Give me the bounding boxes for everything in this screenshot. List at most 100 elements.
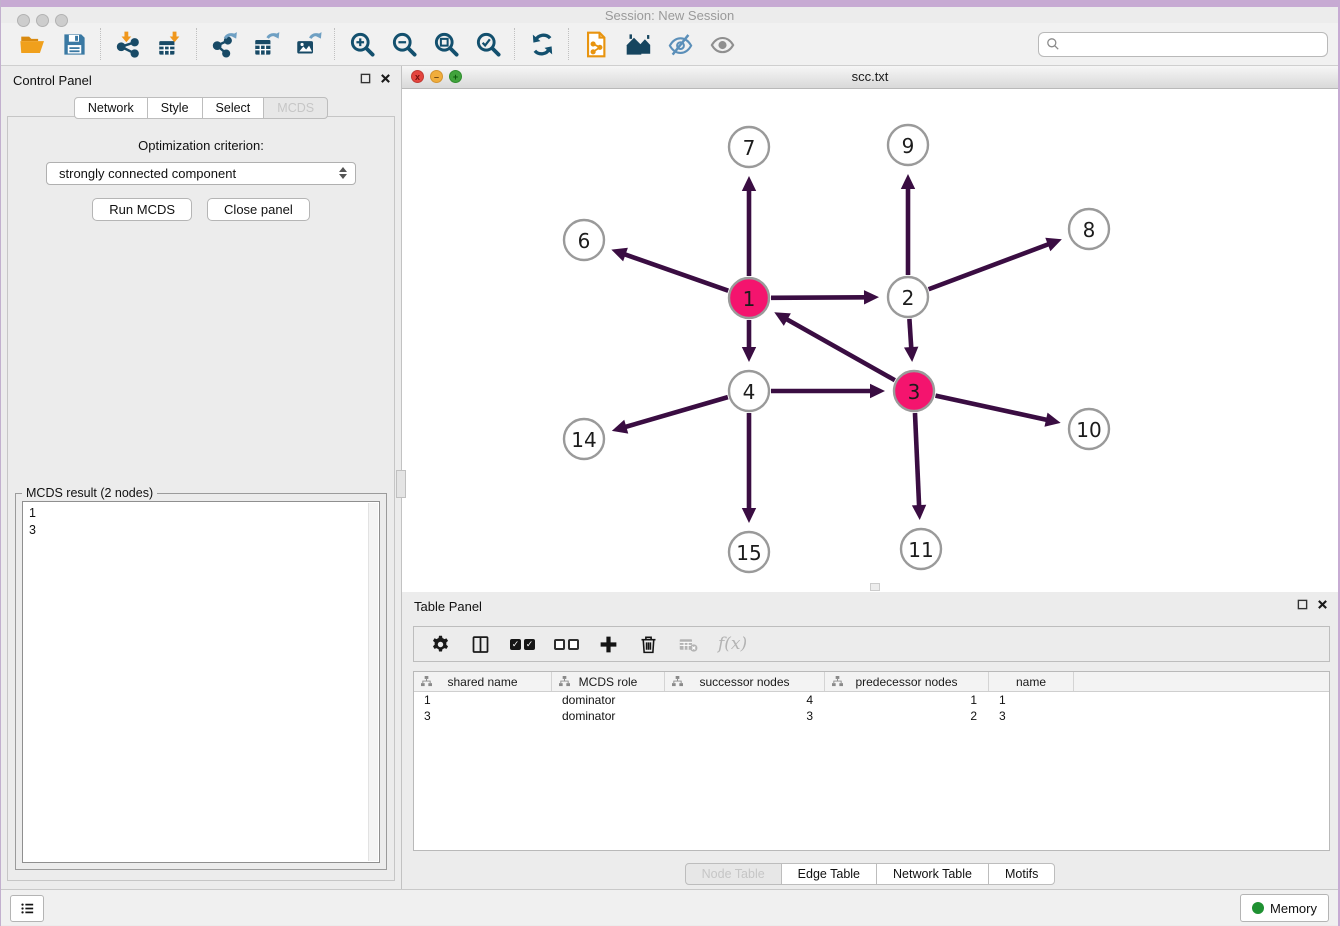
- column-header-successor-nodes[interactable]: successor nodes: [665, 672, 825, 691]
- mcds-result-area[interactable]: 1 3: [22, 501, 380, 863]
- close-panel-button[interactable]: Close panel: [207, 198, 310, 221]
- run-mcds-button[interactable]: Run MCDS: [92, 198, 192, 221]
- table-row[interactable]: 3dominator323: [414, 708, 1329, 724]
- houses-icon: [625, 31, 652, 58]
- edge-3-11[interactable]: [915, 413, 919, 507]
- column-header-predecessor-nodes[interactable]: predecessor nodes: [825, 672, 989, 691]
- column-header-mcds-role[interactable]: MCDS role: [552, 672, 665, 691]
- control-panel-tabs: NetworkStyleSelectMCDS: [1, 97, 401, 119]
- optimization-criterion-label: Optimization criterion:: [8, 138, 394, 153]
- edge-arrowhead: [870, 384, 885, 398]
- show-graphics-details-button[interactable]: [701, 25, 743, 63]
- panel-splitter-handle[interactable]: [396, 470, 406, 498]
- window-titlebar[interactable]: Session: New Session: [1, 7, 1338, 23]
- table-cell[interactable]: 1: [414, 692, 552, 708]
- add-column-button[interactable]: [598, 634, 619, 655]
- edge-arrowhead: [901, 174, 915, 189]
- task-history-button[interactable]: [10, 895, 44, 922]
- tab-style[interactable]: Style: [147, 97, 203, 119]
- gear-icon: [430, 634, 451, 655]
- export-image-button[interactable]: [287, 25, 329, 63]
- search-icon: [1045, 36, 1061, 52]
- tab-motifs[interactable]: Motifs: [988, 863, 1055, 885]
- first-neighbors-button[interactable]: [617, 25, 659, 63]
- table-cell[interactable]: dominator: [552, 692, 665, 708]
- table-cell[interactable]: dominator: [552, 708, 665, 724]
- edge-2-3[interactable]: [909, 319, 911, 349]
- table-settings-button[interactable]: [430, 634, 451, 655]
- memory-button[interactable]: Memory: [1240, 894, 1329, 922]
- zoom-out-button[interactable]: [383, 25, 425, 63]
- column-header-shared-name[interactable]: shared name: [414, 672, 552, 691]
- zoom-out-icon: [391, 31, 418, 58]
- edge-2-8[interactable]: [929, 244, 1050, 289]
- table-cell[interactable]: 3: [414, 708, 552, 724]
- network-canvas[interactable]: 7968124314101511: [402, 89, 1338, 592]
- select-all-columns-button[interactable]: ✓ ✓: [510, 639, 535, 650]
- column-header-name[interactable]: name: [989, 672, 1074, 691]
- float-panel-icon[interactable]: [1297, 599, 1308, 610]
- tab-select[interactable]: Select: [202, 97, 265, 119]
- edge-4-14[interactable]: [624, 397, 728, 427]
- tab-edge-table[interactable]: Edge Table: [781, 863, 877, 885]
- new-network-from-selection-button[interactable]: [575, 25, 617, 63]
- table-cell[interactable]: 3: [989, 708, 1074, 724]
- network-minimize-button[interactable]: –: [430, 70, 443, 83]
- table-cell[interactable]: 3: [665, 708, 825, 724]
- zoom-fit-button[interactable]: [425, 25, 467, 63]
- close-panel-icon[interactable]: [1317, 599, 1328, 610]
- open-session-button[interactable]: [11, 25, 53, 63]
- import-table-button[interactable]: [149, 25, 191, 63]
- tab-mcds[interactable]: MCDS: [263, 97, 328, 119]
- floppy-disk-icon: [61, 31, 88, 58]
- apply-layout-button[interactable]: [521, 25, 563, 63]
- float-panel-icon[interactable]: [360, 73, 371, 84]
- window-traffic-lights[interactable]: [17, 14, 68, 27]
- edge-3-10[interactable]: [935, 396, 1047, 420]
- network-graph[interactable]: 7968124314101511: [402, 89, 1338, 593]
- result-scrollbar[interactable]: [368, 503, 378, 861]
- tab-node-table[interactable]: Node Table: [685, 863, 782, 885]
- checked-checkbox-icon: ✓: [510, 639, 521, 650]
- export-table-button[interactable]: [245, 25, 287, 63]
- edge-3-1[interactable]: [786, 319, 895, 381]
- edge-1-6[interactable]: [624, 254, 729, 291]
- zoom-in-button[interactable]: [341, 25, 383, 63]
- deselect-all-columns-button[interactable]: [554, 639, 579, 650]
- export-network-button[interactable]: [203, 25, 245, 63]
- memory-label: Memory: [1270, 901, 1317, 916]
- node-table[interactable]: shared nameMCDS rolesuccessor nodesprede…: [413, 671, 1330, 851]
- import-network-button[interactable]: [107, 25, 149, 63]
- zoom-window-button[interactable]: [55, 14, 68, 27]
- criterion-select[interactable]: strongly connected component: [46, 162, 356, 185]
- close-panel-icon[interactable]: [380, 73, 391, 84]
- plus-icon: [598, 634, 619, 655]
- search-box: [1038, 32, 1328, 57]
- table-panel-tabs: Node TableEdge TableNetwork TableMotifs: [402, 863, 1338, 885]
- delete-column-button[interactable]: [638, 634, 659, 655]
- close-window-button[interactable]: [17, 14, 30, 27]
- mcds-result-text: 1 3: [29, 505, 373, 539]
- tab-network[interactable]: Network: [74, 97, 148, 119]
- edge-1-2[interactable]: [771, 297, 866, 298]
- table-cell[interactable]: 1: [989, 692, 1074, 708]
- minimize-window-button[interactable]: [36, 14, 49, 27]
- search-input[interactable]: [1038, 32, 1328, 57]
- network-view-titlebar[interactable]: x – + scc.txt: [402, 66, 1338, 89]
- export-network-icon: [211, 31, 238, 58]
- hide-selected-button[interactable]: [659, 25, 701, 63]
- table-row[interactable]: 1dominator411: [414, 692, 1329, 708]
- canvas-splitter-grip[interactable]: [870, 583, 880, 591]
- save-session-button[interactable]: [53, 25, 95, 63]
- table-cell[interactable]: 4: [665, 692, 825, 708]
- table-cell[interactable]: 1: [825, 692, 989, 708]
- network-file-icon: [583, 31, 610, 58]
- edge-arrowhead: [612, 420, 628, 434]
- table-cell[interactable]: 2: [825, 708, 989, 724]
- split-columns-button[interactable]: [470, 634, 491, 655]
- zoom-selected-button[interactable]: [467, 25, 509, 63]
- zoom-in-icon: [349, 31, 376, 58]
- network-close-button[interactable]: x: [411, 70, 424, 83]
- tab-network-table[interactable]: Network Table: [876, 863, 989, 885]
- network-zoom-button[interactable]: +: [449, 70, 462, 83]
